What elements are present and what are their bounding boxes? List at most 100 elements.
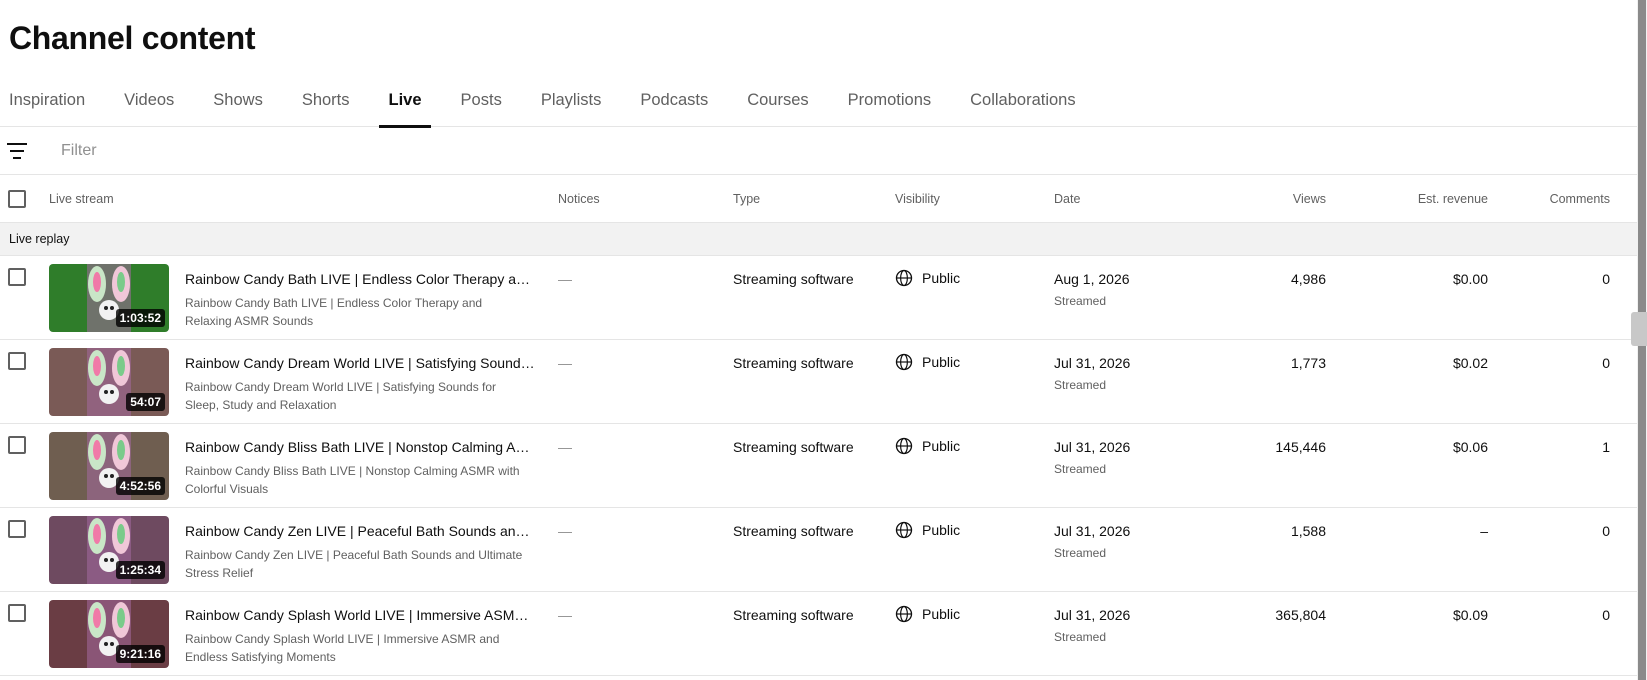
video-thumbnail[interactable]: 9:21:16: [49, 600, 169, 668]
stream-date: Aug 1, 2026: [1054, 271, 1130, 287]
globe-icon: [895, 269, 913, 287]
visibility-label: Public: [922, 270, 961, 286]
video-thumbnail[interactable]: 1:25:34: [49, 516, 169, 584]
table-row[interactable]: 54:07 Rainbow Candy Dream World LIVE | S…: [0, 340, 1637, 424]
header-views[interactable]: Views: [1293, 175, 1326, 223]
select-all-checkbox[interactable]: [8, 190, 26, 208]
date-status: Streamed: [1054, 462, 1107, 476]
globe-icon: [895, 353, 913, 371]
visibility-label: Public: [922, 522, 961, 538]
revenue-value: $0.09: [1452, 607, 1488, 623]
visibility-control[interactable]: Public: [895, 437, 960, 455]
stream-type: Streaming software: [733, 607, 854, 623]
globe-icon: [895, 521, 913, 539]
row-checkbox[interactable]: [8, 352, 26, 370]
video-duration: 9:21:16: [115, 645, 165, 663]
views-count: 365,804: [1275, 607, 1326, 623]
visibility-control[interactable]: Public: [895, 605, 960, 623]
table-row[interactable]: 1:25:34 Rainbow Candy Zen LIVE | Peacefu…: [0, 508, 1637, 592]
visibility-control[interactable]: Public: [895, 521, 960, 539]
tab-shows[interactable]: Shows: [193, 76, 282, 127]
visibility-control[interactable]: Public: [895, 269, 960, 287]
row-checkbox[interactable]: [8, 520, 26, 538]
stream-date: Jul 31, 2026: [1054, 355, 1131, 371]
video-title[interactable]: Rainbow Candy Zen LIVE | Peaceful Bath S…: [185, 523, 535, 539]
stream-date: Jul 31, 2026: [1054, 439, 1131, 455]
views-count: 1,588: [1290, 523, 1326, 539]
table-row[interactable]: 1:03:52 Rainbow Candy Bath LIVE | Endles…: [0, 256, 1637, 340]
tab-posts[interactable]: Posts: [441, 76, 521, 127]
video-title[interactable]: Rainbow Candy Bliss Bath LIVE | Nonstop …: [185, 439, 535, 455]
filter-icon[interactable]: [7, 142, 27, 159]
header-revenue[interactable]: Est. revenue: [1418, 175, 1488, 223]
header-type[interactable]: Type: [733, 175, 760, 223]
notice-value: —: [558, 355, 572, 371]
video-thumbnail[interactable]: 1:03:52: [49, 264, 169, 332]
video-description: Rainbow Candy Bliss Bath LIVE | Nonstop …: [185, 464, 520, 496]
header-notices[interactable]: Notices: [558, 175, 600, 223]
comments-count: 0: [1602, 607, 1610, 623]
row-checkbox[interactable]: [8, 604, 26, 622]
visibility-label: Public: [922, 354, 961, 370]
revenue-value: $0.06: [1452, 439, 1488, 455]
comments-count: 1: [1602, 439, 1610, 455]
views-count: 1,773: [1290, 355, 1326, 371]
tab-inspiration[interactable]: Inspiration: [0, 76, 104, 127]
stream-type: Streaming software: [733, 355, 854, 371]
table-header: Live stream Notices Type Visibility Date…: [0, 175, 1637, 223]
tab-videos[interactable]: Videos: [104, 76, 193, 127]
notice-value: —: [558, 271, 572, 287]
comments-count: 0: [1602, 271, 1610, 287]
video-description: Rainbow Candy Splash World LIVE | Immers…: [185, 632, 500, 664]
tab-live[interactable]: Live: [369, 76, 441, 128]
header-comments[interactable]: Comments: [1550, 175, 1610, 223]
side-panel-handle[interactable]: [1631, 312, 1647, 346]
video-duration: 1:03:52: [115, 309, 165, 327]
video-title[interactable]: Rainbow Candy Dream World LIVE | Satisfy…: [185, 355, 535, 371]
revenue-value: $0.00: [1452, 271, 1488, 287]
header-visibility[interactable]: Visibility: [895, 175, 940, 223]
comments-count: 0: [1602, 355, 1610, 371]
tab-courses[interactable]: Courses: [727, 76, 827, 127]
tab-collaborations[interactable]: Collaborations: [950, 76, 1094, 127]
globe-icon: [895, 437, 913, 455]
video-duration: 1:25:34: [115, 561, 165, 579]
stream-type: Streaming software: [733, 271, 854, 287]
filter-bar: [0, 127, 1637, 175]
notice-value: —: [558, 523, 572, 539]
revenue-value: $0.02: [1452, 355, 1488, 371]
video-title[interactable]: Rainbow Candy Bath LIVE | Endless Color …: [185, 271, 535, 287]
row-checkbox[interactable]: [8, 436, 26, 454]
tab-shorts[interactable]: Shorts: [282, 76, 369, 127]
visibility-control[interactable]: Public: [895, 353, 960, 371]
visibility-label: Public: [922, 606, 961, 622]
video-duration: 4:52:56: [115, 477, 165, 495]
stream-type: Streaming software: [733, 439, 854, 455]
video-thumbnail[interactable]: 54:07: [49, 348, 169, 416]
stream-date: Jul 31, 2026: [1054, 523, 1131, 539]
row-checkbox[interactable]: [8, 268, 26, 286]
tab-promotions[interactable]: Promotions: [828, 76, 950, 127]
header-live-stream[interactable]: Live stream: [49, 175, 114, 223]
video-thumbnail[interactable]: 4:52:56: [49, 432, 169, 500]
views-count: 145,446: [1275, 439, 1326, 455]
date-status: Streamed: [1054, 378, 1107, 392]
notice-value: —: [558, 439, 572, 455]
tab-bar: Inspiration Videos Shows Shorts Live Pos…: [0, 76, 1637, 128]
filter-input[interactable]: [61, 141, 661, 160]
page-title: Channel content: [9, 20, 256, 56]
tab-playlists[interactable]: Playlists: [521, 76, 621, 127]
video-title[interactable]: Rainbow Candy Splash World LIVE | Immers…: [185, 607, 535, 623]
table-row[interactable]: 9:21:16 Rainbow Candy Splash World LIVE …: [0, 592, 1637, 676]
header-date[interactable]: Date: [1054, 175, 1080, 223]
revenue-value: –: [1480, 523, 1488, 539]
section-label-live-replay: Live replay: [0, 223, 1637, 256]
tab-podcasts[interactable]: Podcasts: [620, 76, 727, 127]
table-row[interactable]: 4:52:56 Rainbow Candy Bliss Bath LIVE | …: [0, 424, 1637, 508]
video-description: Rainbow Candy Zen LIVE | Peaceful Bath S…: [185, 548, 523, 580]
video-description: Rainbow Candy Dream World LIVE | Satisfy…: [185, 380, 497, 412]
date-status: Streamed: [1054, 546, 1107, 560]
views-count: 4,986: [1290, 271, 1326, 287]
comments-count: 0: [1602, 523, 1610, 539]
date-status: Streamed: [1054, 630, 1107, 644]
